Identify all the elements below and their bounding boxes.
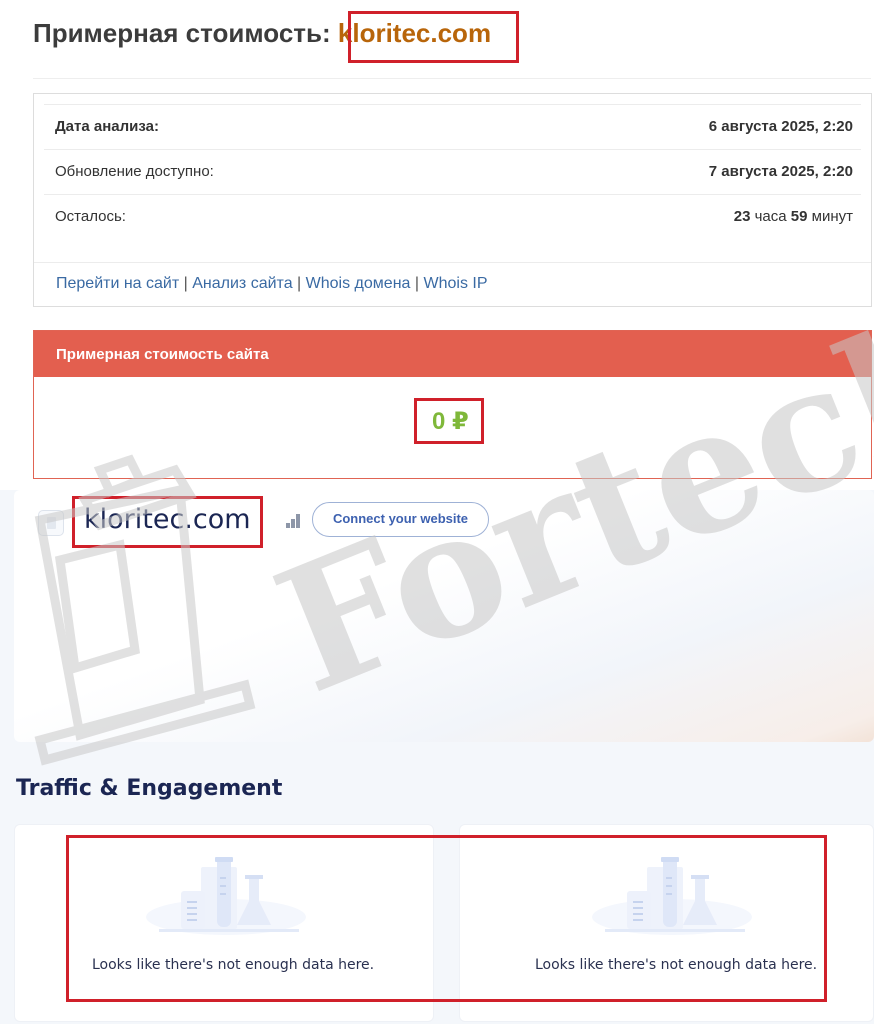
lab-flask-icon	[592, 857, 752, 935]
site-links-row: Перейти на сайт | Анализ сайта | Whois д…	[34, 262, 871, 307]
info-row-update-available: Обновление доступно: 7 августа 2025, 2:2…	[44, 149, 861, 194]
info-label: Обновление доступно:	[55, 163, 214, 180]
empty-data-message: Looks like there's not enough data here.	[535, 957, 818, 973]
divider	[33, 78, 871, 79]
link-site-analysis[interactable]: Анализ сайта	[192, 275, 292, 292]
remaining-minutes: 59	[790, 208, 808, 225]
section-title-traffic: Traffic & Engagement	[16, 776, 283, 801]
lab-flask-icon	[146, 857, 306, 935]
site-cost-header-text: Примерная стоимость сайта	[56, 346, 269, 363]
analysis-info-panel: Дата анализа: 6 августа 2025, 2:20 Обнов…	[33, 93, 872, 307]
info-value: 7 августа 2025, 2:20	[708, 163, 853, 180]
link-whois-ip[interactable]: Whois IP	[423, 275, 487, 292]
info-label: Осталось:	[55, 208, 126, 225]
link-whois-domain[interactable]: Whois домена	[306, 275, 411, 292]
info-label: Дата анализа:	[55, 118, 159, 135]
empty-data-message: Looks like there's not enough data here.	[92, 957, 375, 973]
site-cost-panel: Примерная стоимость сайта 0 ₽	[33, 330, 872, 479]
site-cost-value: 0 ₽	[432, 408, 469, 435]
remaining-hours-unit: часа	[754, 208, 787, 225]
remaining-hours: 23	[733, 208, 751, 225]
page-title: Примерная стоимость: kloritec.com	[33, 18, 491, 49]
remaining-minutes-unit: минут	[811, 208, 853, 225]
link-separator: |	[297, 275, 302, 292]
connect-website-button[interactable]: Connect your website	[312, 502, 489, 537]
rank-bars-icon	[286, 514, 302, 528]
site-name[interactable]: kloritec.com	[84, 504, 251, 535]
traffic-analytics-section: kloritec.com Connect your website Traffi…	[0, 490, 874, 1024]
link-goto-site[interactable]: Перейти на сайт	[56, 275, 179, 292]
page-title-prefix: Примерная стоимость:	[33, 18, 338, 48]
site-cost-header: Примерная стоимость сайта	[34, 331, 871, 377]
link-separator: |	[183, 275, 188, 292]
site-overview-card: kloritec.com Connect your website	[14, 490, 874, 742]
remaining-value: 23 часа 59 минут	[734, 208, 853, 225]
link-separator: |	[414, 275, 420, 292]
info-value: 6 августа 2025, 2:20	[708, 118, 853, 135]
file-icon	[38, 510, 64, 536]
info-row-analysis-date: Дата анализа: 6 августа 2025, 2:20	[44, 104, 861, 149]
page-title-domain: kloritec.com	[337, 18, 492, 48]
empty-data-card: Looks like there's not enough data here.	[14, 824, 434, 1022]
site-cost-section: Примерная стоимость: kloritec.com Дата а…	[0, 0, 874, 490]
empty-data-card: Looks like there's not enough data here.	[459, 824, 874, 1022]
info-row-remaining: Осталось: 23 часа 59 минут	[44, 194, 861, 239]
